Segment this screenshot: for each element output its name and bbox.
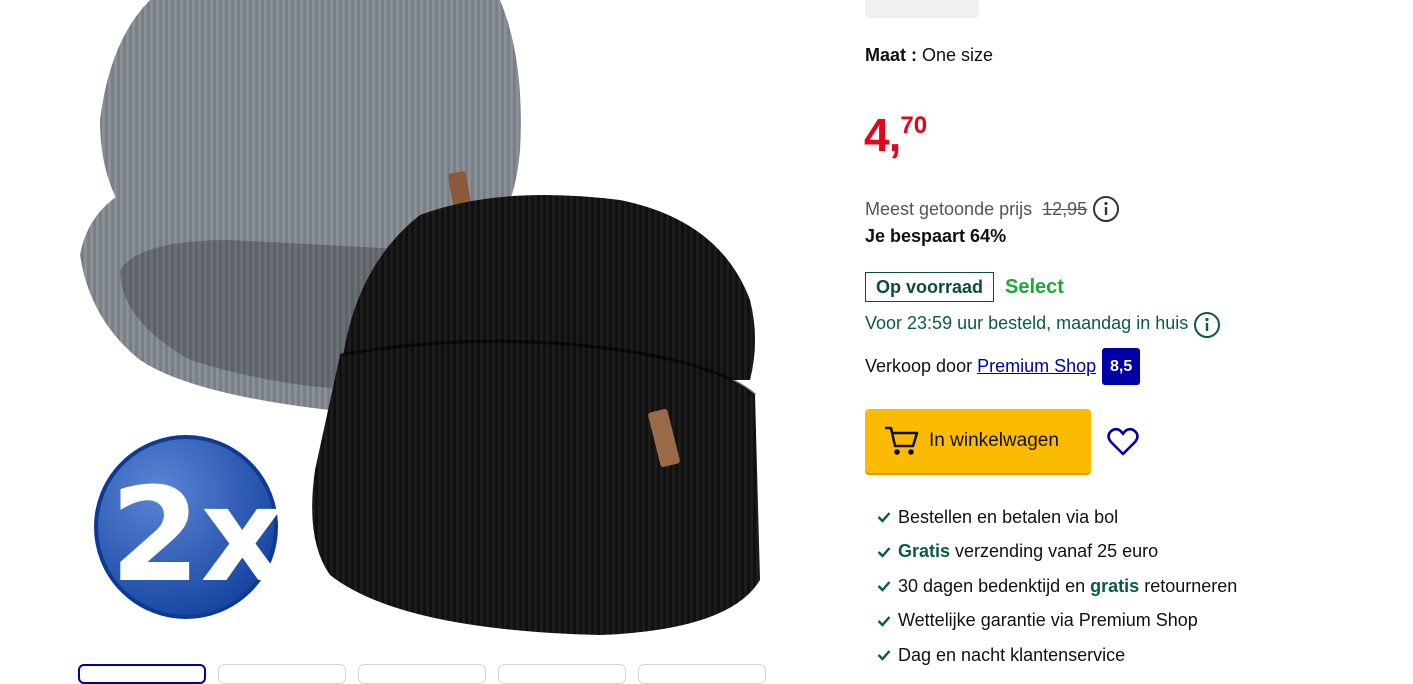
thumbnail-1[interactable] (78, 664, 206, 684)
delivery-text: Voor 23:59 uur besteld, maandag in huis (865, 312, 1189, 333)
check-icon (877, 615, 891, 627)
usp-list: Bestellen en betalen via bol Gratis verze… (877, 500, 1237, 673)
black-beanie-cuff (312, 341, 760, 635)
info-icon[interactable] (1093, 196, 1120, 222)
check-icon (877, 581, 891, 593)
thumbnail-2[interactable] (218, 664, 346, 684)
cart-icon (885, 426, 919, 455)
size-value: One size (922, 45, 994, 65)
badge-text: 2x (110, 459, 284, 611)
usp-item: Bestellen en betalen via bol (877, 500, 1237, 535)
price: 4,70 (864, 112, 927, 162)
check-icon (877, 650, 891, 662)
select-program-label[interactable]: Select (1005, 276, 1064, 299)
add-to-cart-label: In winkelwagen (929, 430, 1059, 451)
price-fraction: 70 (900, 112, 928, 139)
add-to-cart-button[interactable]: In winkelwagen (865, 409, 1091, 473)
stock-status-badge: Op voorraad (865, 272, 995, 302)
reference-label: Meest getoonde prijs (865, 198, 1033, 219)
thumbnail-4[interactable] (498, 664, 626, 684)
delivery-info: Voor 23:59 uur besteld, maandag in huis (865, 310, 1221, 338)
stock-row: Op voorraad Select (865, 272, 1064, 302)
size-label: Maat : (865, 45, 918, 65)
seller-row: Verkoop door Premium Shop 8,5 (865, 348, 1141, 385)
check-icon (877, 546, 891, 558)
seller-rating-badge: 8,5 (1102, 348, 1141, 385)
usp-item: Dag en nacht klantenservice (877, 638, 1237, 673)
heart-icon[interactable] (1106, 425, 1140, 459)
delivery-info-icon[interactable] (1194, 310, 1221, 338)
thumbnail-3[interactable] (358, 664, 486, 684)
variant-option[interactable] (865, 0, 979, 18)
seller-link[interactable]: Premium Shop (977, 356, 1096, 377)
product-image[interactable]: 2x (70, 0, 770, 645)
usp-item: Gratis verzending vanaf 25 euro (877, 535, 1237, 570)
reference-price: Meest getoonde prijs 12,95 (865, 196, 1120, 222)
usp-item: 30 dagen bedenktijd en gratis retourneren (877, 569, 1237, 604)
check-icon (877, 512, 891, 524)
seller-prefix: Verkoop door (865, 356, 973, 376)
saving-text: Je bespaart 64% (865, 226, 1007, 246)
thumbnail-5[interactable] (638, 664, 766, 684)
price-integer: 4, (864, 109, 901, 161)
size-row: Maat : One size (865, 45, 993, 66)
old-price: 12,95 (1042, 198, 1088, 219)
usp-item: Wettelijke garantie via Premium Shop (877, 604, 1237, 639)
